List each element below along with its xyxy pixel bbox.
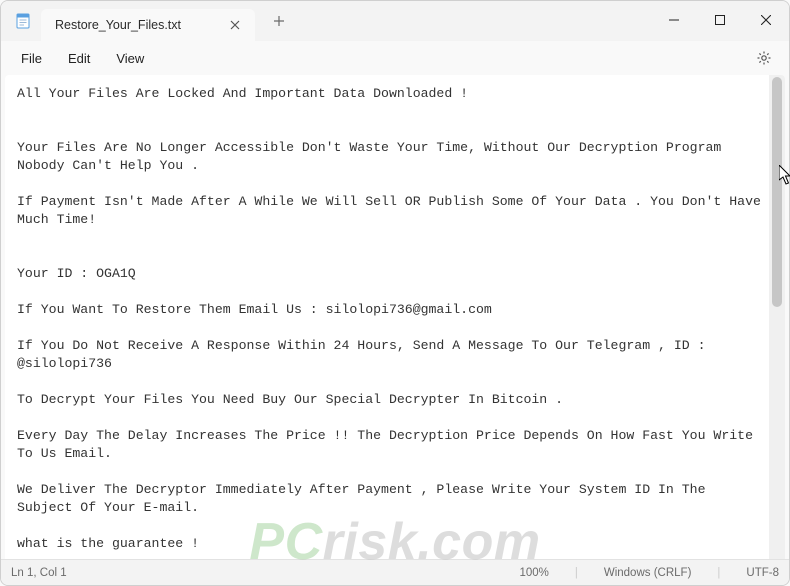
- menu-file[interactable]: File: [9, 47, 54, 70]
- editor-area: All Your Files Are Locked And Important …: [5, 75, 785, 559]
- maximize-button[interactable]: [697, 1, 743, 39]
- status-encoding[interactable]: UTF-8: [746, 567, 779, 579]
- tab-title: Restore_Your_Files.txt: [55, 18, 181, 32]
- status-separator: |: [575, 567, 578, 579]
- window-controls: [651, 1, 789, 39]
- status-line-ending[interactable]: Windows (CRLF): [604, 567, 692, 579]
- status-position: Ln 1, Col 1: [11, 567, 67, 579]
- vertical-scrollbar[interactable]: [769, 75, 785, 559]
- text-content[interactable]: All Your Files Are Locked And Important …: [5, 75, 769, 559]
- menu-view[interactable]: View: [104, 47, 156, 70]
- document-tab[interactable]: Restore_Your_Files.txt: [41, 9, 255, 41]
- minimize-button[interactable]: [651, 1, 697, 39]
- menu-edit[interactable]: Edit: [56, 47, 102, 70]
- tab-close-button[interactable]: [225, 15, 245, 35]
- statusbar: Ln 1, Col 1 100% | Windows (CRLF) | UTF-…: [1, 559, 789, 585]
- new-tab-button[interactable]: [265, 7, 293, 35]
- notepad-icon: [15, 13, 31, 29]
- status-separator: |: [717, 567, 720, 579]
- settings-button[interactable]: [753, 47, 775, 69]
- menubar: File Edit View: [1, 41, 789, 75]
- scrollbar-thumb[interactable]: [772, 77, 782, 307]
- titlebar: Restore_Your_Files.txt: [1, 1, 789, 41]
- notepad-window: Restore_Your_Files.txt File Edit View: [0, 0, 790, 586]
- status-zoom[interactable]: 100%: [519, 567, 548, 579]
- close-button[interactable]: [743, 1, 789, 39]
